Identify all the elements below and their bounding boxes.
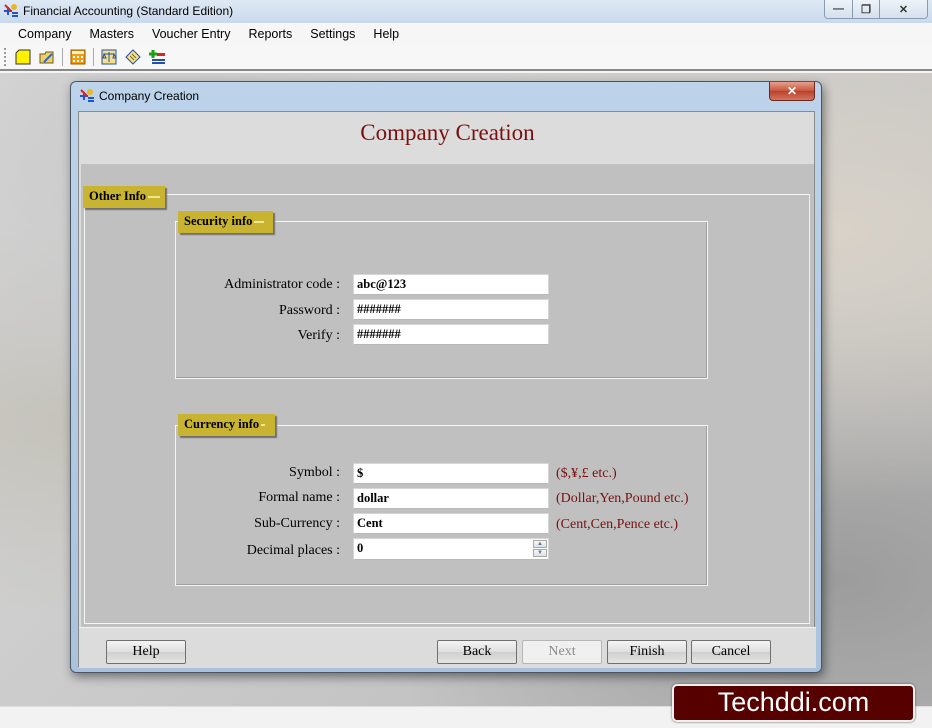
password-input[interactable]: ####### [353, 299, 549, 320]
menu-reports[interactable]: Reports [239, 27, 301, 41]
restore-button[interactable]: ❐ [853, 0, 880, 18]
currency-info-tag: Currency info [178, 414, 275, 436]
symbol-label: Symbol : [289, 465, 340, 480]
other-info-label: Other Info [89, 189, 147, 203]
decimal-places-stepper[interactable]: 0 ▲ ▼ [353, 538, 549, 560]
help-button[interactable]: Help [106, 640, 186, 664]
other-info-tab[interactable]: Other Info [83, 186, 165, 208]
menu-company[interactable]: Company [9, 27, 81, 41]
dialog-footer: Help Back Next Finish Cancel [79, 627, 816, 668]
balance-sheet-button[interactable] [99, 47, 119, 67]
new-company-button[interactable] [13, 47, 33, 67]
menu-help[interactable]: Help [364, 27, 408, 41]
balance-scale-icon [101, 49, 117, 65]
title-bar: Financial Accounting (Standard Edition) … [0, 0, 932, 23]
security-info-title: Security info [184, 214, 253, 228]
company-creation-dialog: Company Creation ✕ Company Creation Othe… [70, 81, 822, 673]
spin-down-button[interactable]: ▼ [533, 549, 547, 557]
menu-voucher-entry[interactable]: Voucher Entry [143, 27, 240, 41]
dialog-app-icon [80, 89, 94, 102]
decimal-spinner: ▲ ▼ [533, 540, 547, 557]
spin-up-button[interactable]: ▲ [533, 540, 547, 548]
watermark-badge: Techddi.com [672, 684, 915, 722]
window-controls: — ❐ ✕ [824, 0, 928, 19]
admin-code-label: Administrator code : [224, 277, 340, 292]
back-button[interactable]: Back [437, 640, 517, 664]
dialog-body: Company Creation Other Info Security inf… [78, 111, 816, 668]
minimize-button[interactable]: — [825, 0, 853, 18]
sub-currency-input[interactable]: Cent [353, 513, 549, 534]
dialog-close-button[interactable]: ✕ [769, 82, 815, 101]
verify-label: Verify : [297, 328, 340, 343]
next-button[interactable]: Next [522, 640, 602, 664]
new-company-icon [15, 49, 31, 65]
password-label: Password : [278, 303, 340, 318]
menu-masters[interactable]: Masters [81, 27, 143, 41]
calculator-button[interactable] [68, 47, 88, 67]
open-company-button[interactable] [37, 47, 57, 67]
sub-currency-label: Sub-Currency : [254, 516, 340, 531]
dialog-title: Company Creation [99, 89, 200, 103]
symbol-input[interactable]: $ [353, 463, 549, 484]
calculator-icon [70, 49, 86, 65]
toolbar [0, 45, 932, 71]
add-remove-icon [149, 50, 165, 64]
symbol-hint: ($,¥,£ etc.) [556, 466, 617, 481]
add-remove-button[interactable] [147, 47, 167, 67]
finish-button[interactable]: Finish [607, 640, 687, 664]
page-title: Company Creation [360, 120, 535, 145]
toolbar-grip[interactable] [4, 48, 7, 66]
other-info-panel: Other Info Security info Administrator c… [81, 164, 814, 627]
cancel-button[interactable]: Cancel [691, 640, 771, 664]
admin-code-input[interactable]: abc@123 [353, 274, 549, 295]
ledger-button[interactable] [123, 47, 143, 67]
decimal-places-label: Decimal places : [246, 543, 340, 558]
sub-currency-hint: (Cent,Cen,Pence etc.) [556, 517, 679, 532]
formal-name-label: Formal name : [258, 490, 340, 505]
security-info-tag: Security info [178, 211, 273, 233]
open-company-icon [39, 51, 54, 64]
menu-bar: Company Masters Voucher Entry Reports Se… [0, 23, 932, 45]
ledger-icon [125, 49, 141, 65]
verify-password-input[interactable]: ####### [353, 324, 549, 345]
app-logo-icon [4, 4, 18, 17]
toolbar-separator [62, 48, 63, 66]
formal-name-hint: (Dollar,Yen,Pound etc.) [556, 491, 689, 506]
menu-settings[interactable]: Settings [301, 27, 364, 41]
formal-name-input[interactable]: dollar [353, 488, 549, 509]
currency-info-title: Currency info [184, 417, 260, 431]
decimal-places-value: 0 [357, 541, 364, 555]
toolbar-separator [93, 48, 94, 66]
close-button[interactable]: ✕ [880, 0, 927, 18]
window-title: Financial Accounting (Standard Edition) [23, 4, 234, 18]
